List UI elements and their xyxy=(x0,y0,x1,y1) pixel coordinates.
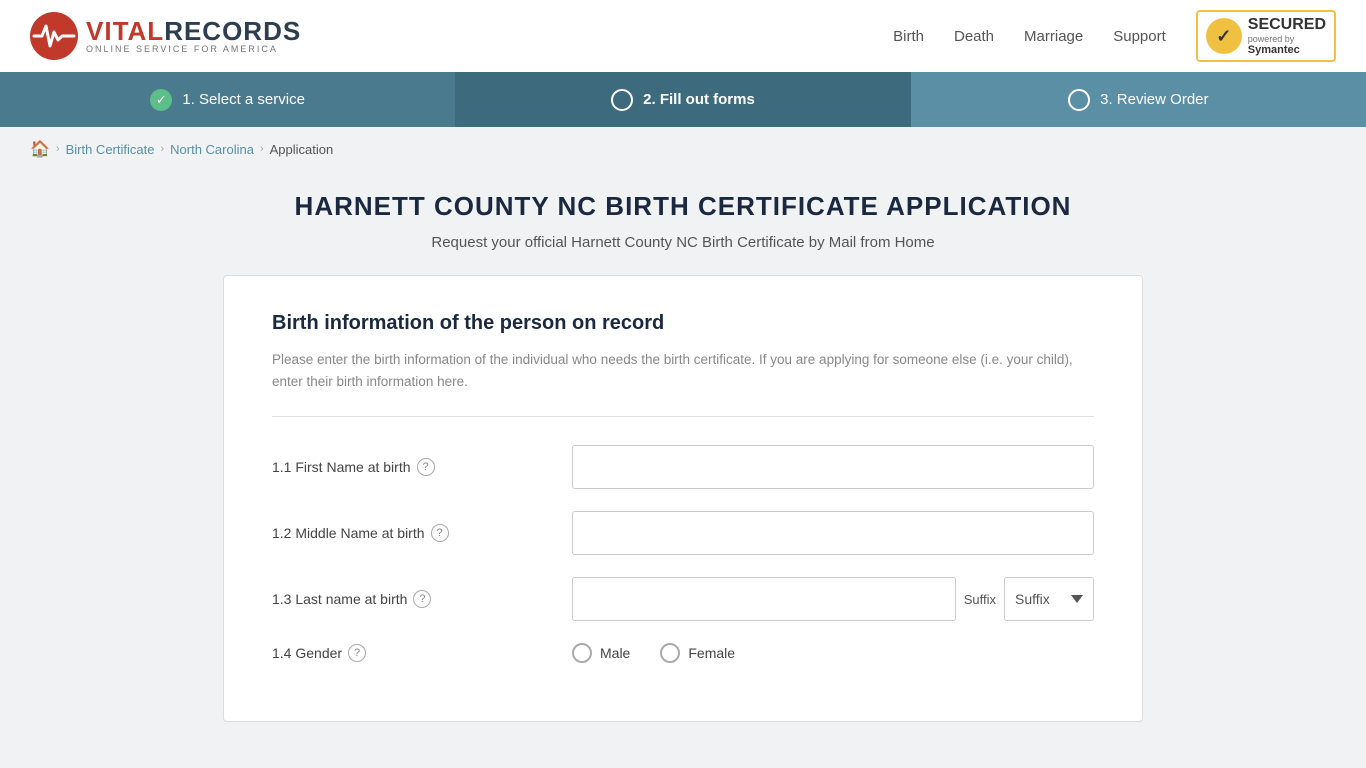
form-card: Birth information of the person on recor… xyxy=(223,275,1143,722)
step-3-circle-icon xyxy=(1068,89,1090,111)
main-content: HARNETT COUNTY NC BIRTH CERTIFICATE APPL… xyxy=(203,191,1163,722)
breadcrumb-current: Application xyxy=(270,142,334,157)
breadcrumb-sep-3: › xyxy=(260,143,264,155)
first-name-help-icon[interactable]: ? xyxy=(417,458,435,476)
last-name-help-icon[interactable]: ? xyxy=(413,590,431,608)
gender-label: 1.4 Gender ? xyxy=(272,644,552,662)
step-2[interactable]: 2. Fill out forms xyxy=(455,72,910,127)
first-name-input[interactable] xyxy=(572,445,1094,489)
suffix-select[interactable]: SuffixJr.Sr.IIIIIIV xyxy=(1004,577,1094,621)
last-name-label: 1.3 Last name at birth ? xyxy=(272,590,552,608)
middle-name-help-icon[interactable]: ? xyxy=(431,524,449,542)
breadcrumb-state[interactable]: North Carolina xyxy=(170,142,254,157)
home-icon[interactable]: 🏠 xyxy=(30,139,50,159)
form-section-desc: Please enter the birth information of th… xyxy=(272,349,1094,392)
gender-male-option[interactable]: Male xyxy=(572,643,630,663)
nav-support[interactable]: Support xyxy=(1113,28,1166,45)
form-divider xyxy=(272,416,1094,417)
suffix-label: Suffix xyxy=(964,592,996,607)
step-1[interactable]: ✓ 1. Select a service xyxy=(0,72,455,127)
step-1-label: 1. Select a service xyxy=(182,91,305,108)
last-name-row: 1.3 Last name at birth ? Suffix SuffixJr… xyxy=(272,577,1094,621)
step-2-circle-icon xyxy=(611,89,633,111)
gender-help-icon[interactable]: ? xyxy=(348,644,366,662)
gender-row: 1.4 Gender ? Male Female xyxy=(272,643,1094,663)
logo: VITALRECORDS ONLINE SERVICE FOR AMERICA xyxy=(30,12,301,60)
middle-name-row: 1.2 Middle Name at birth ? xyxy=(272,511,1094,555)
page-title: HARNETT COUNTY NC BIRTH CERTIFICATE APPL… xyxy=(223,191,1143,222)
last-name-input[interactable] xyxy=(572,577,956,621)
breadcrumb: 🏠 › Birth Certificate › North Carolina ›… xyxy=(0,127,1366,171)
norton-text: SECURED powered by Symantec xyxy=(1248,16,1326,56)
step-2-label: 2. Fill out forms xyxy=(643,91,755,108)
female-radio-circle[interactable] xyxy=(660,643,680,663)
gender-radio-group: Male Female xyxy=(572,643,1094,663)
steps-bar: ✓ 1. Select a service 2. Fill out forms … xyxy=(0,72,1366,127)
nav-birth[interactable]: Birth xyxy=(893,28,924,45)
nav-marriage[interactable]: Marriage xyxy=(1024,28,1083,45)
step-3[interactable]: 3. Review Order xyxy=(911,72,1366,127)
site-header: VITALRECORDS ONLINE SERVICE FOR AMERICA … xyxy=(0,0,1366,72)
main-nav: Birth Death Marriage Support ✓ SECURED p… xyxy=(893,10,1336,62)
first-name-label: 1.1 First Name at birth ? xyxy=(272,458,552,476)
norton-badge: ✓ SECURED powered by Symantec xyxy=(1196,10,1336,62)
form-section-title: Birth information of the person on recor… xyxy=(272,312,1094,335)
nav-death[interactable]: Death xyxy=(954,28,994,45)
step-3-label: 3. Review Order xyxy=(1100,91,1208,108)
breadcrumb-birth-cert[interactable]: Birth Certificate xyxy=(66,142,155,157)
middle-name-input[interactable] xyxy=(572,511,1094,555)
female-label: Female xyxy=(688,645,735,661)
logo-tagline: ONLINE SERVICE FOR AMERICA xyxy=(86,44,301,54)
male-radio-circle[interactable] xyxy=(572,643,592,663)
male-label: Male xyxy=(600,645,630,661)
breadcrumb-sep-1: › xyxy=(56,143,60,155)
logo-wordmark: VITALRECORDS xyxy=(86,18,301,44)
norton-check-icon: ✓ xyxy=(1206,18,1242,54)
breadcrumb-sep-2: › xyxy=(160,143,164,155)
logo-icon xyxy=(30,12,78,60)
gender-female-option[interactable]: Female xyxy=(660,643,735,663)
logo-text: VITALRECORDS ONLINE SERVICE FOR AMERICA xyxy=(86,18,301,54)
step-1-check-icon: ✓ xyxy=(150,89,172,111)
page-subtitle: Request your official Harnett County NC … xyxy=(223,234,1143,251)
last-name-group: Suffix SuffixJr.Sr.IIIIIIV xyxy=(572,577,1094,621)
middle-name-label: 1.2 Middle Name at birth ? xyxy=(272,524,552,542)
first-name-row: 1.1 First Name at birth ? xyxy=(272,445,1094,489)
